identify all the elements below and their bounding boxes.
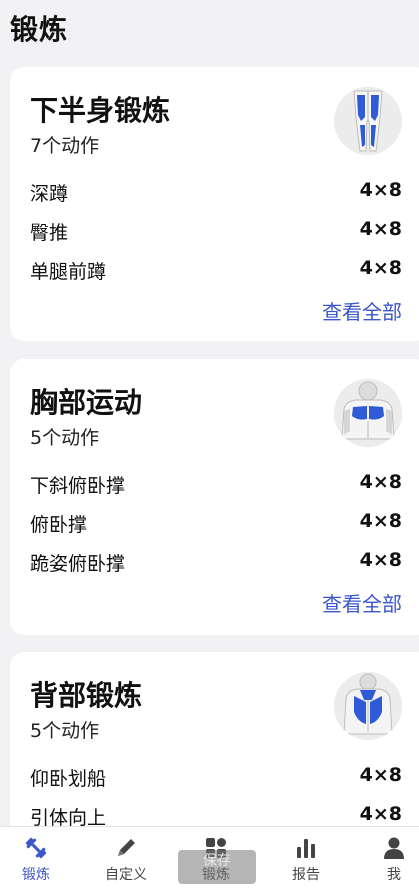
exercise-sets: 4×8 — [359, 471, 402, 493]
exercise-name: 深蹲 — [30, 183, 69, 205]
tab-label: 自定义 — [105, 867, 147, 883]
exercise-count: 7个动作 — [30, 135, 100, 157]
exercise-name: 跪姿俯卧撑 — [30, 553, 126, 575]
workout-title: 背部锻炼 — [30, 679, 143, 712]
view-all-link[interactable]: 查看全部 — [322, 296, 402, 325]
exercise-name: 下斜俯卧撑 — [30, 475, 126, 497]
exercise-row[interactable]: 俯卧撑 4×8 — [30, 510, 402, 536]
exercise-count: 5个动作 — [30, 427, 100, 449]
chest-muscle-icon — [334, 379, 402, 447]
workout-card-lower-body[interactable]: 下半身锻炼 7个动作 深蹲 4×8 臀推 4×8 单腿前蹲 4×8 查看全部 — [10, 67, 419, 341]
exercise-name: 臀推 — [30, 222, 69, 244]
exercise-row[interactable]: 下斜俯卧撑 4×8 — [30, 471, 402, 497]
exercise-sets: 4×8 — [359, 803, 402, 825]
exercise-row[interactable]: 臀推 4×8 — [30, 218, 402, 244]
exercise-name: 仰卧划船 — [30, 768, 107, 790]
toast-overlay: 保存 — [178, 850, 256, 884]
exercise-count: 5个动作 — [30, 720, 100, 742]
exercise-sets: 4×8 — [359, 257, 402, 279]
tab-label: 我 — [387, 867, 401, 883]
tab-me[interactable]: 我 — [364, 827, 419, 894]
legs-muscle-icon — [334, 87, 402, 155]
workout-card-chest[interactable]: 胸部运动 5个动作 下斜俯卧撑 4×8 俯卧撑 4×8 跪姿俯卧撑 4×8 查看… — [10, 359, 419, 635]
exercise-sets: 4×8 — [359, 549, 402, 571]
tab-label: 锻炼 — [22, 867, 50, 883]
exercise-row[interactable]: 跪姿俯卧撑 4×8 — [30, 549, 402, 575]
back-muscle-icon — [334, 672, 402, 740]
person-icon — [384, 837, 404, 859]
view-all-link[interactable]: 查看全部 — [322, 588, 402, 617]
bar-chart-icon — [297, 839, 315, 858]
page-title: 锻炼 — [10, 13, 69, 46]
workout-page: 锻炼 下半身锻炼 7个动作 深蹲 4×8 臀推 4×8 单腿前蹲 4×8 查看全… — [0, 0, 419, 894]
tab-report[interactable]: 报告 — [276, 827, 336, 894]
exercise-row[interactable]: 仰卧划船 4×8 — [30, 764, 402, 790]
tab-workout[interactable]: 锻炼 — [6, 827, 66, 894]
tab-custom[interactable]: 自定义 — [96, 827, 156, 894]
workout-title: 下半身锻炼 — [30, 94, 171, 127]
exercise-sets: 4×8 — [359, 179, 402, 201]
pencil-icon — [118, 839, 135, 856]
exercise-name: 俯卧撑 — [30, 514, 88, 536]
exercise-sets: 4×8 — [359, 218, 402, 240]
exercise-name: 单腿前蹲 — [30, 261, 107, 283]
exercise-row[interactable]: 深蹲 4×8 — [30, 179, 402, 205]
exercise-sets: 4×8 — [359, 510, 402, 532]
tab-label: 报告 — [292, 867, 320, 883]
workout-title: 胸部运动 — [30, 386, 143, 419]
exercise-sets: 4×8 — [359, 764, 402, 786]
dumbbell-icon — [25, 837, 47, 859]
exercise-row[interactable]: 单腿前蹲 4×8 — [30, 257, 402, 283]
